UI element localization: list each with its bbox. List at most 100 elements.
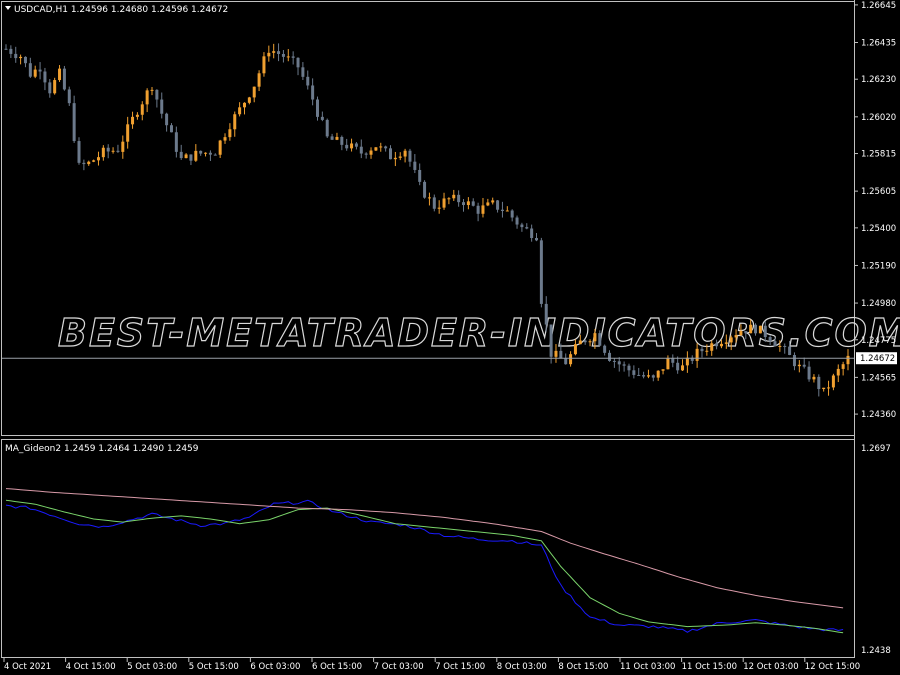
candle-body <box>257 73 261 87</box>
candle-body <box>544 303 548 325</box>
candle-body <box>744 331 748 334</box>
candle-body <box>179 151 183 159</box>
price-tick-label: 1.24980 <box>861 299 896 309</box>
candle-body <box>608 352 612 361</box>
candle-body <box>277 51 281 54</box>
candle-body <box>238 107 242 115</box>
candle-body <box>53 80 57 94</box>
time-tick-label: 6 Oct 03:00 <box>250 662 300 672</box>
candle-body <box>797 364 801 367</box>
candle-body <box>262 56 266 74</box>
time-tick-label: 12 Oct 15:00 <box>805 662 860 672</box>
candle-body <box>481 205 485 214</box>
candle-body <box>646 375 650 377</box>
candle-body <box>831 375 835 388</box>
candle-body <box>788 346 792 356</box>
candle-body <box>836 368 840 376</box>
candle-body <box>320 116 324 120</box>
candle-body <box>92 160 96 162</box>
candle-body <box>457 194 461 203</box>
candle-body <box>612 360 616 362</box>
price-tick-label: 1.25190 <box>861 261 896 271</box>
candle-body <box>403 150 407 157</box>
candle-body <box>476 205 480 214</box>
candle-body <box>710 343 714 351</box>
candle-body <box>199 150 203 154</box>
candle-body <box>452 194 456 199</box>
candle-body <box>656 370 660 378</box>
candle-body <box>228 129 232 138</box>
time-tick-label: 5 Oct 15:00 <box>189 662 239 672</box>
candle-body <box>62 68 66 90</box>
candle-body <box>719 343 723 347</box>
candle-body <box>286 56 290 58</box>
candle-body <box>272 51 276 53</box>
candle-body <box>184 154 188 159</box>
candle-body <box>413 161 417 170</box>
candle-body <box>564 358 568 365</box>
candle-body <box>437 207 441 209</box>
candle-body <box>291 56 295 58</box>
candle-body <box>442 198 446 208</box>
time-tick-label: 12 Oct 03:00 <box>743 662 798 672</box>
candle-body <box>4 48 8 50</box>
candle-body <box>252 86 256 98</box>
candle-body <box>9 48 13 54</box>
candle-body <box>705 350 709 352</box>
candle-body <box>637 374 641 376</box>
candle-body <box>131 116 135 125</box>
candle-body <box>578 340 582 345</box>
candle-body <box>82 162 86 165</box>
candle-body <box>617 361 621 365</box>
candle-body <box>685 357 689 366</box>
candle-body <box>758 325 762 334</box>
candle-body <box>520 224 524 228</box>
time-tick-label: 5 Oct 03:00 <box>127 662 177 672</box>
candle-body <box>87 161 91 165</box>
candle-body <box>189 154 193 161</box>
candle-body <box>715 343 719 347</box>
candle-body <box>350 143 354 149</box>
candle-body <box>573 344 577 355</box>
candle-body <box>539 240 543 304</box>
candle-body <box>58 68 62 81</box>
candle-body <box>174 132 178 152</box>
candle-body <box>72 103 76 142</box>
candle-body <box>160 99 164 114</box>
candle-body <box>729 337 733 343</box>
time-tick-label: 7 Oct 15:00 <box>435 662 485 672</box>
price-tick-label: 1.26230 <box>861 75 896 85</box>
candle-body <box>33 69 37 77</box>
candle-body <box>379 146 383 148</box>
candle-body <box>306 76 310 86</box>
candle-body <box>340 136 344 145</box>
candle-body <box>315 99 319 117</box>
candle-body <box>749 324 753 334</box>
candle-body <box>43 71 47 83</box>
candle-body <box>121 141 125 152</box>
candle-body <box>28 63 32 77</box>
candle-body <box>330 136 334 140</box>
candle-body <box>408 150 412 162</box>
candle-body <box>802 364 806 367</box>
indicator-tick-label: 1.2697 <box>861 444 891 454</box>
candle-body <box>642 375 646 377</box>
price-tick-label: 1.26645 <box>861 1 896 11</box>
price-tick-label: 1.25605 <box>861 187 896 197</box>
candle-body <box>208 152 212 155</box>
candle-body <box>67 89 71 104</box>
candle-body <box>632 370 636 375</box>
candle-body <box>651 375 655 378</box>
candle-body <box>846 355 850 365</box>
candle-body <box>754 324 758 334</box>
trading-chart[interactable]: BEST-METATRADER-INDICATORS.COM 1.26645 1.… <box>0 0 900 675</box>
candle-body <box>447 198 451 200</box>
candle-body <box>491 200 495 203</box>
current-price-label: 1.24672 <box>860 354 895 364</box>
candle-body <box>96 157 100 161</box>
candle-body <box>393 157 397 160</box>
price-tick-label: 1.24360 <box>861 410 896 420</box>
candle-body <box>666 357 670 370</box>
candle-body <box>369 150 373 155</box>
candle-body <box>603 345 607 353</box>
